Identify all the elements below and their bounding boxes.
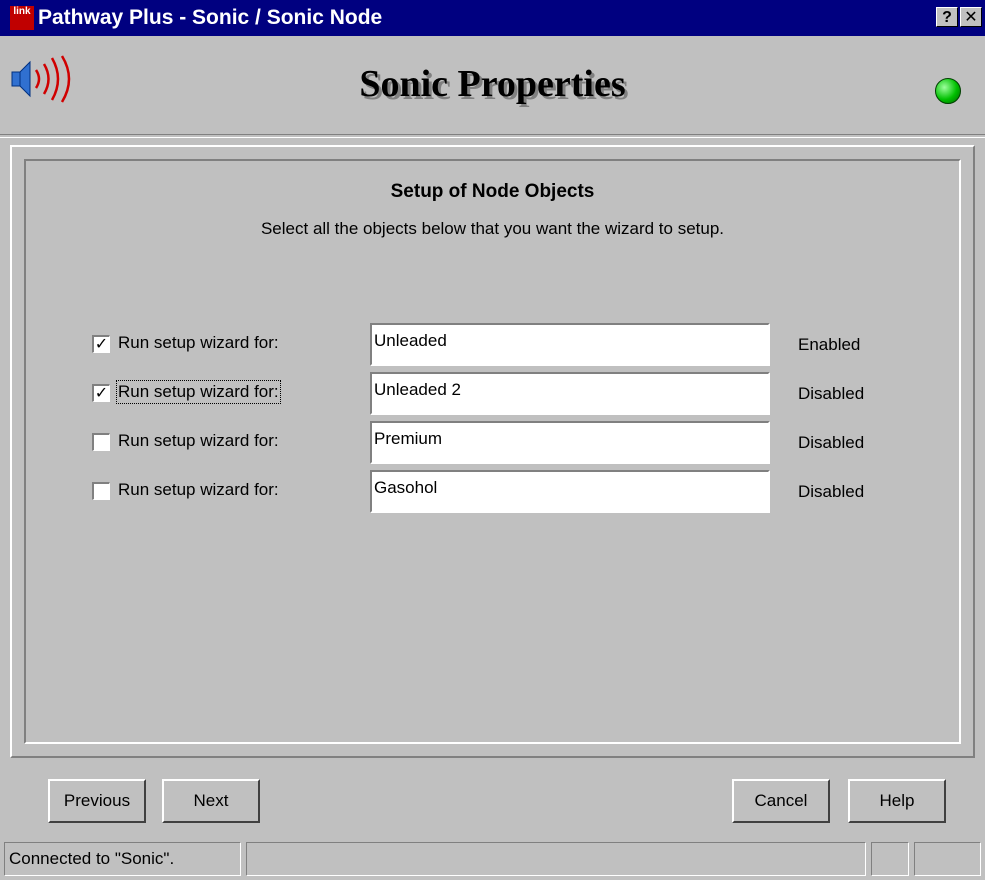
header-divider	[0, 134, 985, 138]
page-title: Sonic Properties	[359, 63, 626, 105]
object-name-field[interactable]: Premium	[370, 421, 770, 464]
title-bar: link Pathway Plus - Sonic / Sonic Node ?…	[0, 0, 985, 36]
wizard-row-label[interactable]: Run setup wizard for:	[116, 380, 281, 404]
status-panel	[246, 842, 866, 876]
wizard-row: Run setup wizard for: Premium Disabled	[92, 421, 932, 469]
object-name-field[interactable]: Unleaded 2	[370, 372, 770, 415]
window-title: Pathway Plus - Sonic / Sonic Node	[38, 6, 383, 29]
cancel-button[interactable]: Cancel	[732, 779, 830, 823]
object-status-text: Enabled	[798, 335, 861, 354]
section-title: Setup of Node Objects	[390, 181, 595, 202]
wizard-row: ✓ Run setup wizard for: Unleaded Enabled	[92, 323, 932, 371]
object-name-field[interactable]: Unleaded	[370, 323, 770, 366]
object-status-text: Disabled	[798, 433, 865, 452]
wizard-row: Run setup wizard for: Gasohol Disabled	[92, 470, 932, 518]
wizard-row-label[interactable]: Run setup wizard for:	[118, 431, 279, 451]
help-button[interactable]: Help	[848, 779, 946, 823]
wizard-row-label[interactable]: Run setup wizard for:	[118, 333, 279, 353]
main-panel: Setup of Node Objects Select all the obj…	[10, 145, 975, 758]
wizard-checkbox[interactable]	[92, 482, 110, 500]
close-button[interactable]: ✕	[960, 7, 982, 27]
object-status-text: Disabled	[798, 482, 865, 501]
object-status-text: Disabled	[798, 384, 865, 403]
object-name-field[interactable]: Gasohol	[370, 470, 770, 513]
next-button[interactable]: Next	[162, 779, 260, 823]
properties-header: Sonic Properties	[0, 36, 985, 134]
wizard-checkbox[interactable]: ✓	[92, 384, 110, 402]
status-panel	[871, 842, 909, 876]
status-panel	[914, 842, 981, 876]
wizard-row: ✓ Run setup wizard for: Unleaded 2 Disab…	[92, 372, 932, 420]
previous-button[interactable]: Previous	[48, 779, 146, 823]
wizard-checkbox[interactable]: ✓	[92, 335, 110, 353]
connection-status-text: Connected to "Sonic".	[4, 842, 241, 876]
connection-status-indicator	[935, 78, 961, 104]
section-description: Select all the objects below that you wa…	[260, 219, 725, 238]
status-bar: Connected to "Sonic".	[0, 838, 985, 880]
wizard-checkbox[interactable]	[92, 433, 110, 451]
wizard-row-label[interactable]: Run setup wizard for:	[118, 480, 279, 500]
panel-content: Setup of Node Objects Select all the obj…	[24, 159, 961, 744]
help-title-button[interactable]: ?	[936, 7, 958, 27]
app-icon[interactable]: link	[10, 6, 34, 30]
